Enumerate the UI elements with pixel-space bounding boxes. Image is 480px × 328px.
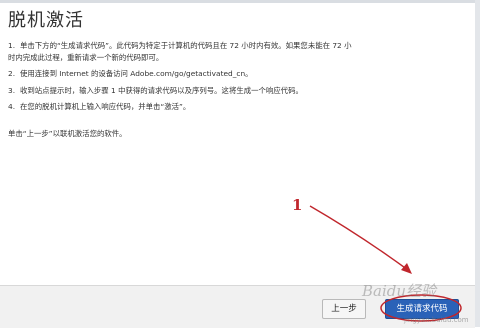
step-text: 在您的脱机计算机上输入响应代码，并单击“激活”。 xyxy=(20,102,191,112)
step-number: 4. xyxy=(8,102,16,112)
step-item-4: 4. 在您的脱机计算机上输入响应代码，并单击“激活”。 xyxy=(8,101,466,113)
step-text-continued: 时内完成此过程，重新请求一个新的代码即可。 xyxy=(8,52,164,62)
step-number: 2. xyxy=(8,69,16,79)
step-number: 3. xyxy=(8,85,16,95)
annotation-number: 1 xyxy=(292,196,303,214)
watermark: Baidu经验 xyxy=(362,282,437,300)
annotation-arrow-head xyxy=(401,263,412,274)
dialog-title: 脱机激活 xyxy=(8,10,84,31)
annotation-arrow-line xyxy=(309,205,409,271)
step-text: 使用连接到 Internet 的设备访问 Adobe.com/go/getact… xyxy=(20,69,253,79)
window-top-border xyxy=(0,0,480,3)
step-item-2: 2. 使用连接到 Internet 的设备访问 Adobe.com/go/geta… xyxy=(8,68,466,80)
step-item-3: 3. 收到站点提示时，输入步骤 1 中获得的请求代码以及序列号。这将生成一个响应代… xyxy=(8,85,466,97)
window-right-border xyxy=(475,0,480,327)
step-text: 收到站点提示时，输入步骤 1 中获得的请求代码以及序列号。这将生成一个响应代码。 xyxy=(20,85,303,95)
back-button[interactable]: 上一步 xyxy=(322,299,366,319)
step-text: 单击下方的“生成请求代码”。此代码为特定于计算机的代码且在 72 小时内有效。如… xyxy=(20,41,352,50)
closing-note: 单击“上一步”以联机激活您的软件。 xyxy=(8,129,127,138)
watermark-url: jingyan.baidu.com xyxy=(404,316,469,324)
step-item-1: 1. 单击下方的“生成请求代码”。此代码为特定于计算机的代码且在 72 小时内有效… xyxy=(8,40,466,63)
step-number: 1. xyxy=(8,41,16,50)
instructions-list: 1. 单击下方的“生成请求代码”。此代码为特定于计算机的代码且在 72 小时内有效… xyxy=(8,40,466,118)
